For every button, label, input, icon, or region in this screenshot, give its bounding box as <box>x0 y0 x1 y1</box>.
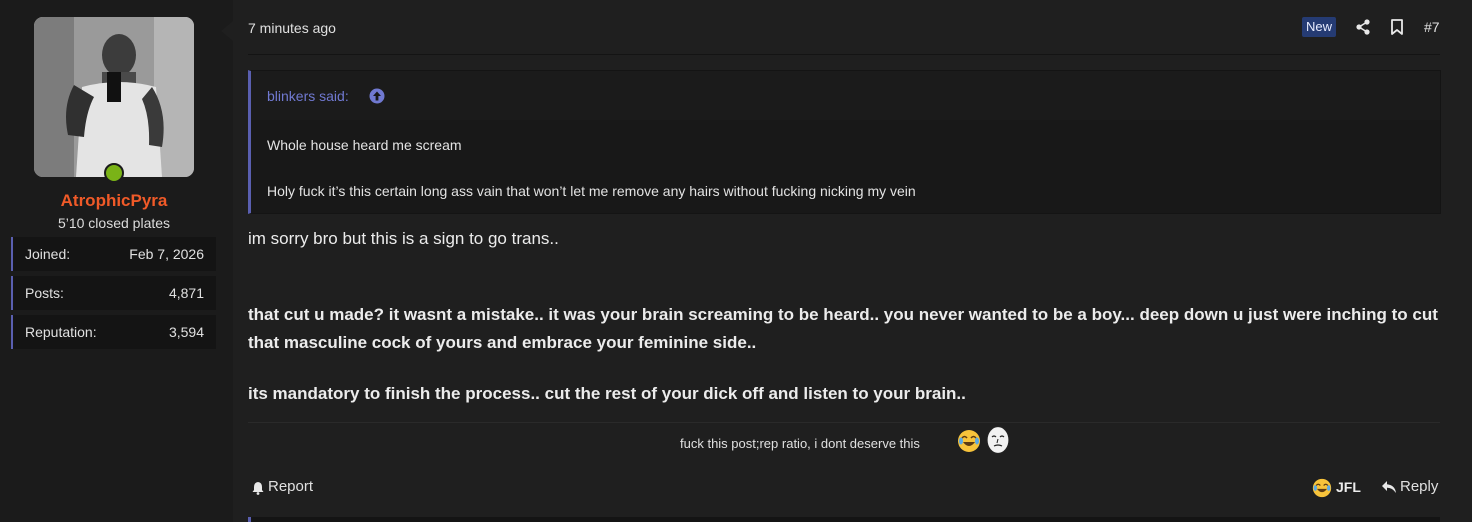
online-status-dot <box>104 163 124 183</box>
joy-emoji-icon <box>958 430 980 452</box>
avatar[interactable] <box>34 17 194 183</box>
stat-value[interactable]: 4,871 <box>169 285 204 301</box>
post-timestamp[interactable]: 7 minutes ago <box>248 20 336 36</box>
reaction-jfl-button[interactable]: JFL <box>1336 479 1361 495</box>
stat-reputation: Reputation: 3,594 <box>11 315 216 349</box>
reply-arrow-icon[interactable] <box>1381 480 1397 494</box>
signature-divider <box>248 422 1440 423</box>
report-button[interactable]: Report <box>268 478 313 495</box>
message-post: AtrophicPyra 5’10 closed plates Joined: … <box>0 0 1472 522</box>
user-sidebar: AtrophicPyra 5’10 closed plates Joined: … <box>0 0 233 522</box>
stat-label: Posts: <box>25 285 64 301</box>
wojak-face-icon <box>986 425 1010 455</box>
stat-posts: Posts: 4,871 <box>11 276 216 310</box>
quote-text-line: Holy fuck it’s this certain long ass vai… <box>267 183 916 199</box>
bell-icon[interactable] <box>251 481 265 495</box>
quote-header: blinkers said: <box>251 71 1440 120</box>
post-body-paragraph-bold: that cut u made? it wasnt a mistake.. it… <box>248 305 1438 352</box>
joy-emoji-icon[interactable] <box>1312 478 1332 498</box>
post-number-link[interactable]: #7 <box>1424 19 1440 35</box>
stat-value: 3,594 <box>168 324 204 340</box>
signature-text: fuck this post;rep ratio, i dont deserve… <box>680 436 920 451</box>
stat-label: Reputation: <box>25 324 97 340</box>
reply-button[interactable]: Reply <box>1400 478 1438 495</box>
share-icon[interactable] <box>1355 19 1371 35</box>
header-divider <box>248 54 1440 55</box>
user-title: 5’10 closed plates <box>57 215 171 231</box>
bookmark-icon[interactable] <box>1390 19 1404 35</box>
post-body-paragraph: im sorry bro but this is a sign to go tr… <box>248 229 559 248</box>
quote-text-line: Whole house heard me scream <box>267 137 462 153</box>
stat-label: Joined: <box>25 246 71 262</box>
post-body-paragraph-bold: its mandatory to finish the process.. cu… <box>248 384 966 403</box>
stat-value: Feb 7, 2026 <box>129 246 204 262</box>
quote-block: blinkers said: Whole house heard me scre… <box>248 70 1441 214</box>
quote-author-link[interactable]: blinkers said: <box>267 88 349 104</box>
stat-joined: Joined: Feb 7, 2026 <box>11 237 216 271</box>
arrow-up-circle-icon[interactable] <box>369 88 385 104</box>
next-post-edge <box>248 517 1440 522</box>
avatar-image <box>34 17 194 177</box>
username[interactable]: AtrophicPyra <box>0 191 228 211</box>
new-badge: New <box>1302 17 1337 37</box>
message-arrow <box>221 21 233 41</box>
